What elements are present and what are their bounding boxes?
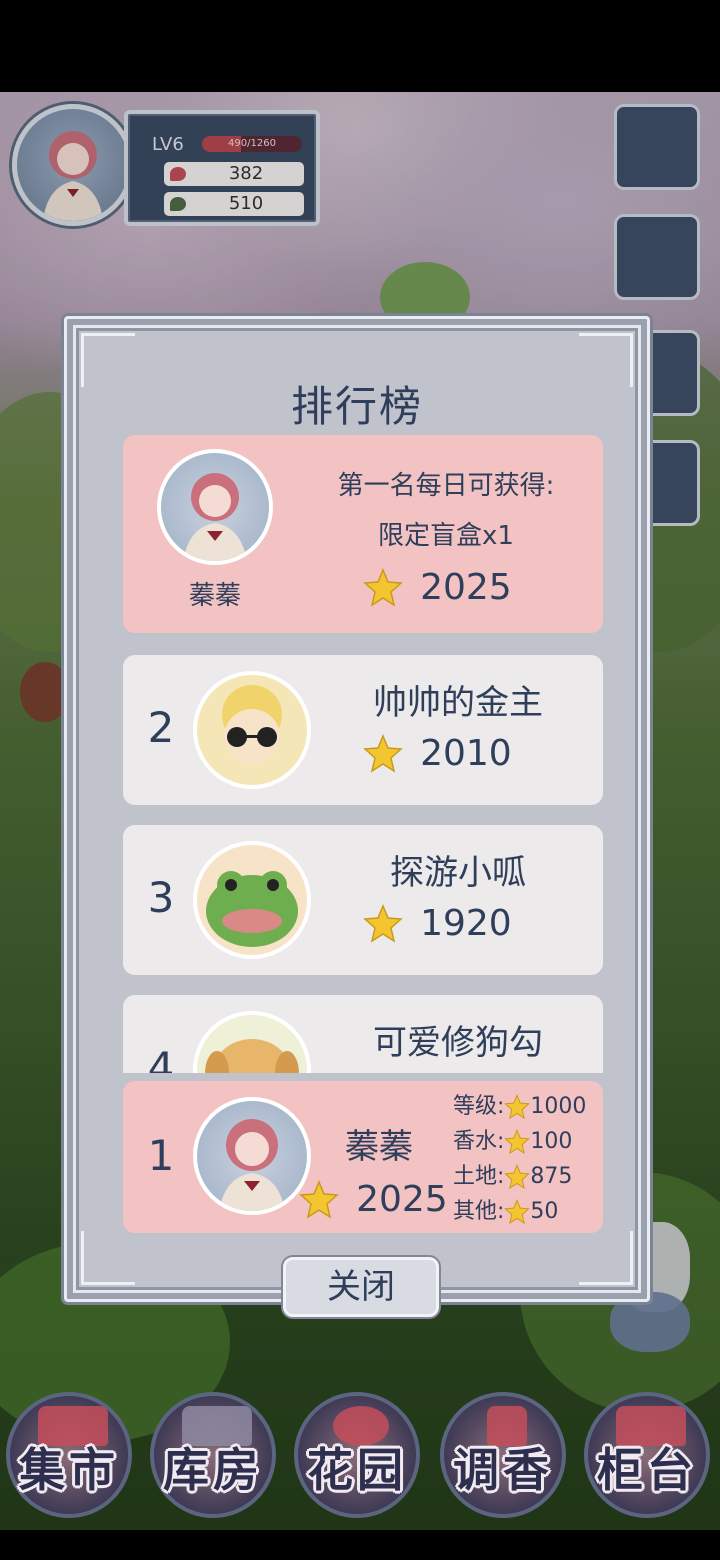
ranking-row[interactable]: 2 帅帅的金主 2010 (123, 655, 603, 805)
first-place-name: 蓁蓁 (188, 581, 241, 611)
ranking-list[interactable]: 2 帅帅的金主 2010 3 探游小呱 1920 4 可爱修狗勾 (123, 655, 603, 1073)
ranking-avatar[interactable] (193, 671, 311, 789)
first-place-reward-item: 限定盲盒x1 (378, 521, 514, 551)
frame-corner (81, 1231, 135, 1285)
leaderboard-title: 排行榜 (290, 382, 423, 431)
breakdown-land: 土地: 875 (453, 1159, 599, 1194)
score-breakdown: 等级: 1000 香水: 100 土地: 875 其他: 50 (453, 1089, 599, 1229)
ranking-score: 1920 (363, 903, 512, 949)
breakdown-label: 土地: (453, 1164, 505, 1189)
close-button[interactable]: 关闭 (283, 1257, 439, 1317)
star-icon (363, 903, 403, 943)
nav-storehouse-button[interactable]: 库房 (150, 1392, 276, 1518)
breakdown-value: 1000 (530, 1094, 587, 1119)
first-place-score-value: 2025 (420, 567, 512, 608)
nav-market-button[interactable]: 集市 (6, 1392, 132, 1518)
my-score-value: 2025 (356, 1179, 448, 1220)
breakdown-other: 其他: 50 (453, 1194, 599, 1229)
ranking-avatar[interactable] (193, 1011, 311, 1073)
breakdown-label: 其他: (453, 1199, 505, 1224)
first-place-card: 蓁蓁 第一名每日可获得: 限定盲盒x1 2025 (123, 435, 603, 633)
first-place-avatar[interactable] (157, 449, 273, 565)
ranking-score-value: 2010 (420, 733, 512, 774)
ranking-name: 探游小呱 (390, 853, 526, 893)
my-avatar[interactable] (193, 1097, 311, 1215)
ranking-name: 可爱修狗勾 (373, 1023, 543, 1063)
star-icon (504, 1164, 531, 1190)
star-icon (363, 733, 403, 773)
ranking-row[interactable]: 4 可爱修狗勾 (123, 995, 603, 1073)
ranking-score: 2010 (363, 733, 512, 779)
frame-corner (579, 1231, 633, 1285)
breakdown-level: 等级: 1000 (453, 1089, 599, 1124)
my-rank-card: 1 蓁蓁 2025 等级: 1000 香水: 100 土地: 875 其他: 50 (123, 1081, 603, 1233)
nav-label: 调香 (453, 1443, 553, 1497)
nav-label: 柜台 (597, 1443, 697, 1497)
nav-label: 集市 (19, 1443, 119, 1497)
leaderboard-modal: 排行榜 蓁蓁 第一名每日可获得: 限定盲盒x1 2025 2 帅帅的金主 201… (64, 316, 650, 1317)
star-icon (504, 1129, 531, 1155)
my-score: 2025 (299, 1179, 448, 1225)
breakdown-value: 875 (530, 1164, 573, 1189)
my-rank-number: 1 (147, 1131, 175, 1180)
ranking-name: 帅帅的金主 (373, 683, 543, 723)
ranking-score-value: 1920 (420, 903, 512, 944)
nav-label: 花园 (307, 1443, 407, 1497)
first-place-score: 2025 (363, 567, 512, 613)
ranking-avatar[interactable] (193, 841, 311, 959)
breakdown-label: 等级: (453, 1094, 505, 1119)
nav-counter-button[interactable]: 柜台 (584, 1392, 710, 1518)
breakdown-label: 香水: (453, 1129, 505, 1154)
rank-number: 4 (147, 1043, 175, 1073)
star-icon (363, 567, 403, 607)
rank-number: 2 (147, 703, 175, 752)
star-icon (504, 1199, 531, 1225)
nav-perfume-button[interactable]: 调香 (440, 1392, 566, 1518)
my-name: 蓁蓁 (345, 1127, 413, 1167)
breakdown-perfume: 香水: 100 (453, 1124, 599, 1159)
ranking-row[interactable]: 3 探游小呱 1920 (123, 825, 603, 975)
nav-label: 库房 (163, 1443, 263, 1497)
first-place-reward-title: 第一名每日可获得: (337, 471, 555, 501)
nav-garden-button[interactable]: 花园 (294, 1392, 420, 1518)
star-icon (504, 1094, 531, 1120)
breakdown-value: 50 (530, 1199, 559, 1224)
rank-number: 3 (147, 873, 175, 922)
breakdown-value: 100 (530, 1129, 573, 1154)
star-icon (299, 1179, 339, 1219)
